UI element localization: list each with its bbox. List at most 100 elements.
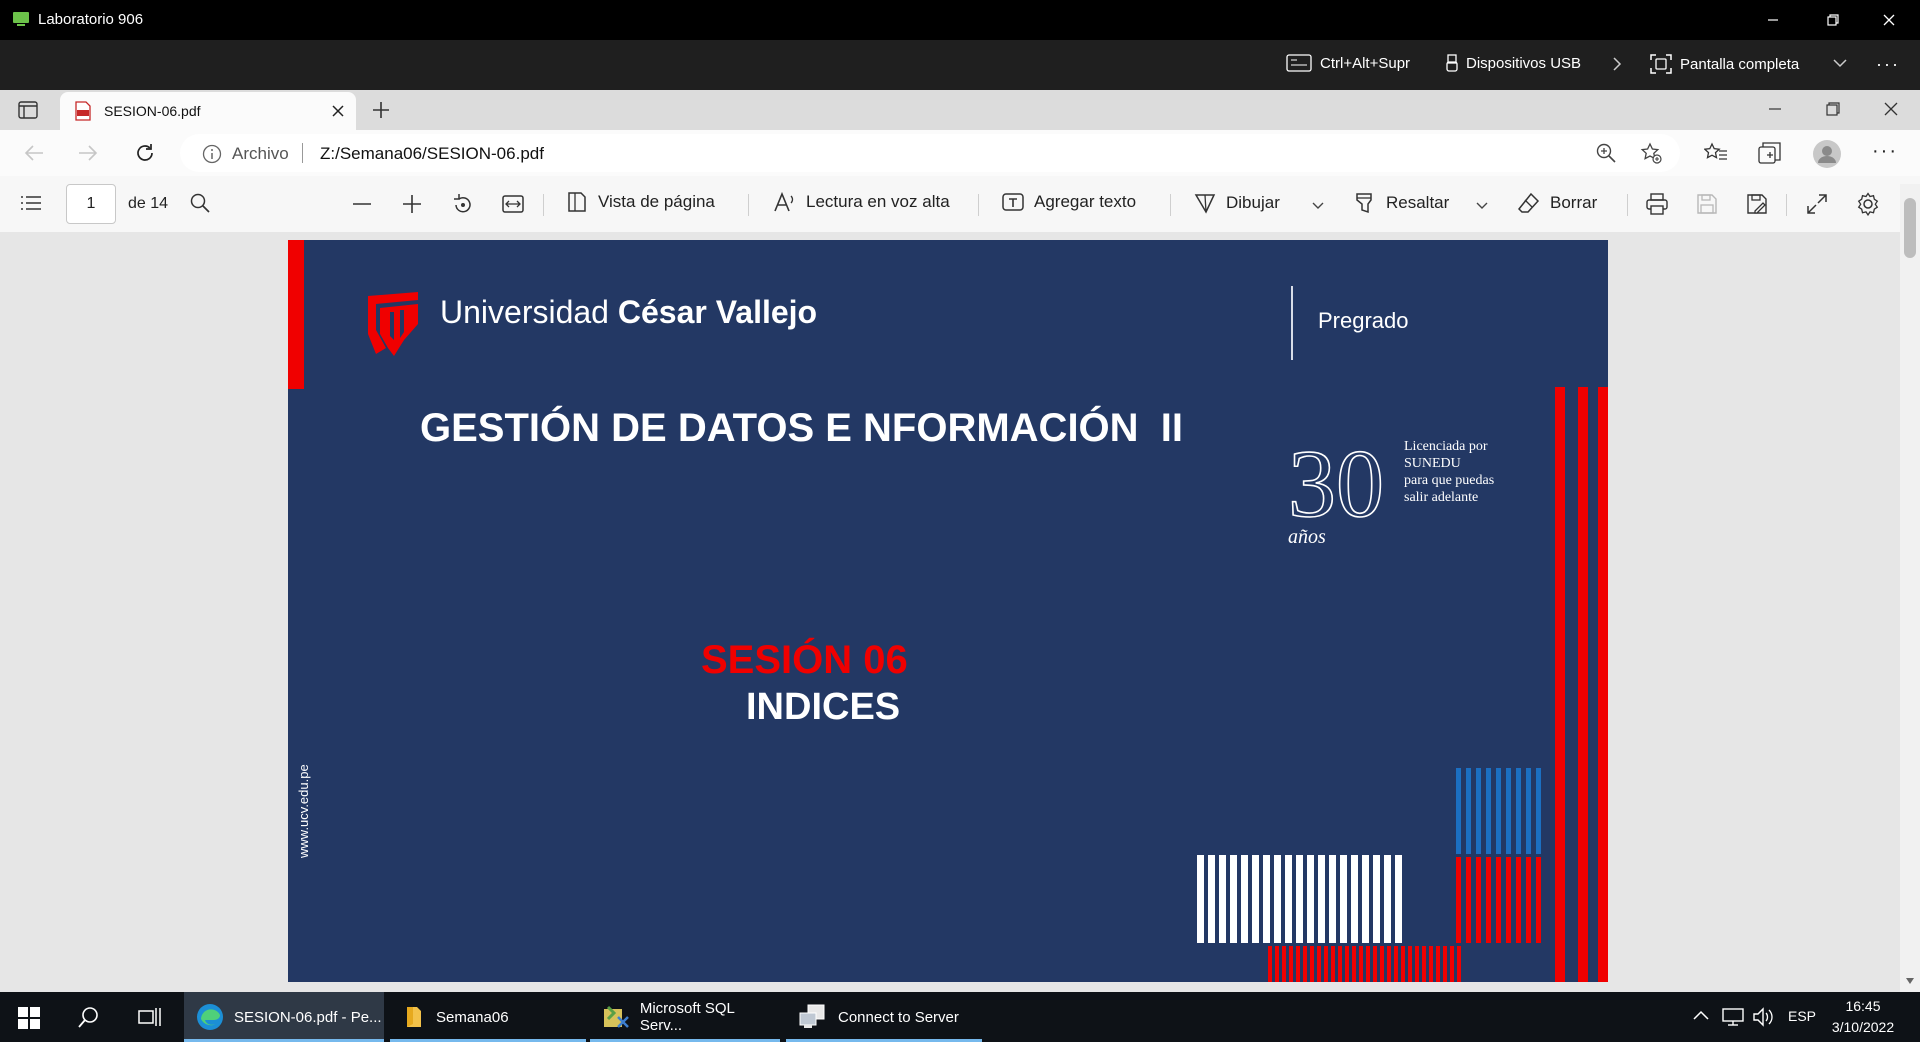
- save-as-icon[interactable]: [1746, 193, 1768, 215]
- windows-start-icon[interactable]: [18, 1007, 40, 1029]
- draw-icon: [1194, 194, 1216, 214]
- restore-button[interactable]: [1810, 0, 1856, 40]
- scrollbar-thumb[interactable]: [1904, 198, 1916, 258]
- white-stripe: [1351, 855, 1358, 943]
- bottom-red-stripe: [1268, 946, 1272, 982]
- usb-devices-button[interactable]: Dispositivos USB: [1446, 54, 1581, 72]
- new-tab-button[interactable]: [370, 99, 392, 121]
- collections-icon[interactable]: [1758, 142, 1782, 164]
- url-text[interactable]: Z:/Semana06/SESION-06.pdf: [320, 144, 544, 164]
- blue-stripe: [1466, 768, 1471, 854]
- url-box[interactable]: Archivo Z:/Semana06/SESION-06.pdf: [180, 134, 1680, 172]
- page-view-label: Vista de página: [598, 192, 715, 211]
- pdf-page: Universidad César Vallejo Pregrado GESTI…: [288, 240, 1608, 982]
- tab-actions-icon[interactable]: [18, 101, 38, 119]
- ctrl-alt-del-button[interactable]: Ctrl+Alt+Supr: [1286, 54, 1410, 72]
- white-stripe: [1230, 855, 1237, 943]
- taskbar-search-icon[interactable]: [78, 1006, 100, 1028]
- settings-menu-icon[interactable]: ···: [1872, 140, 1898, 163]
- table-of-contents-icon[interactable]: [20, 195, 42, 211]
- page-view-button[interactable]: Vista de página: [566, 192, 715, 212]
- bottom-red-stripe: [1303, 946, 1307, 982]
- search-icon[interactable]: [190, 193, 210, 213]
- tab-title: SESION-06.pdf: [104, 103, 201, 119]
- highlight-button[interactable]: Resaltar: [1354, 192, 1449, 214]
- highlight-options-chevron-icon[interactable]: [1476, 202, 1488, 210]
- add-text-button[interactable]: Agregar texto: [1002, 192, 1136, 212]
- draw-options-chevron-icon[interactable]: [1312, 202, 1324, 210]
- volume-icon[interactable]: [1752, 1007, 1774, 1027]
- browser-close-button[interactable]: [1884, 102, 1898, 116]
- zoom-in-icon[interactable]: [402, 194, 422, 214]
- read-aloud-label: Lectura en voz alta: [806, 192, 950, 211]
- chevron-right-icon[interactable]: [1612, 56, 1622, 72]
- draw-button[interactable]: Dibujar: [1194, 192, 1280, 214]
- minimize-button[interactable]: [1750, 0, 1796, 40]
- erase-label: Borrar: [1550, 193, 1598, 212]
- close-button[interactable]: [1866, 0, 1912, 40]
- rotate-icon[interactable]: [452, 193, 474, 215]
- taskbar-app-explorer[interactable]: Semana06: [390, 992, 586, 1042]
- bottom-red-stripe: [1359, 946, 1363, 982]
- read-aloud-button[interactable]: Lectura en voz alta: [774, 192, 950, 212]
- save-icon[interactable]: [1696, 193, 1718, 215]
- bottom-red-stripe: [1387, 946, 1391, 982]
- add-favorite-icon[interactable]: [1640, 142, 1662, 164]
- network-icon[interactable]: [1722, 1007, 1744, 1027]
- address-divider: [302, 143, 303, 163]
- toolbar-separator: [543, 194, 544, 216]
- close-tab-icon[interactable]: [332, 105, 344, 117]
- toolbar-separator: [1627, 194, 1628, 216]
- profile-avatar-icon[interactable]: [1812, 139, 1842, 169]
- browser-restore-button[interactable]: [1826, 102, 1840, 116]
- bottom-red-stripe: [1422, 946, 1426, 982]
- favorites-icon[interactable]: [1704, 142, 1728, 164]
- blue-stripe: [1506, 768, 1511, 854]
- forward-arrow-icon[interactable]: [78, 144, 98, 162]
- bottom-red-stripe: [1338, 946, 1342, 982]
- bottom-red-stripe: [1352, 946, 1356, 982]
- white-stripe: [1318, 855, 1325, 943]
- red-stripe: [1476, 857, 1481, 943]
- taskbar-app-label: Connect to Server: [838, 1008, 959, 1026]
- address-protocol-label: Archivo: [232, 144, 289, 163]
- fullscreen-icon: [1650, 54, 1672, 74]
- browser-minimize-button[interactable]: [1768, 102, 1782, 116]
- print-icon[interactable]: [1646, 193, 1668, 215]
- pdf-settings-gear-icon[interactable]: [1856, 192, 1880, 216]
- blue-stripe: [1476, 768, 1481, 854]
- keyboard-icon: [1286, 54, 1312, 72]
- zoom-out-icon[interactable]: [352, 202, 372, 206]
- page-number-input[interactable]: 1: [66, 184, 116, 224]
- task-view-icon[interactable]: [138, 1007, 162, 1027]
- vertical-scrollbar[interactable]: [1900, 184, 1920, 992]
- taskbar-app-sql-server[interactable]: Microsoft SQL Serv...: [590, 992, 780, 1042]
- zoom-icon[interactable]: [1596, 143, 1616, 163]
- white-stripe: [1340, 855, 1347, 943]
- expand-icon[interactable]: [1806, 193, 1828, 215]
- taskbar-app-connect-to-server[interactable]: Connect to Server: [786, 992, 982, 1042]
- add-text-label: Agregar texto: [1034, 192, 1137, 211]
- tab-sesion-06[interactable]: SESION-06.pdf: [60, 92, 356, 130]
- language-indicator[interactable]: ESP: [1788, 1008, 1816, 1024]
- scroll-down-arrow-icon[interactable]: [1906, 978, 1914, 984]
- bottom-red-stripe: [1289, 946, 1293, 982]
- taskbar-app-edge[interactable]: SESION-06.pdf - Pe...: [184, 992, 384, 1042]
- more-options-icon[interactable]: ···: [1876, 54, 1900, 75]
- system-clock[interactable]: 16:45 3/10/2022: [1826, 996, 1900, 1038]
- remote-desktop-icon: [12, 10, 30, 28]
- refresh-icon[interactable]: [134, 142, 156, 164]
- fit-page-icon[interactable]: [502, 195, 524, 213]
- add-text-icon: [1002, 193, 1024, 211]
- show-hidden-icons-chevron[interactable]: [1693, 1010, 1709, 1020]
- info-icon[interactable]: [202, 144, 222, 164]
- back-arrow-icon[interactable]: [24, 144, 44, 162]
- toolbar-separator: [1170, 194, 1171, 216]
- chevron-down-icon[interactable]: [1832, 58, 1848, 68]
- erase-button[interactable]: Borrar: [1518, 192, 1597, 214]
- blue-stripe: [1536, 768, 1541, 854]
- red-stripe: [1516, 857, 1521, 943]
- white-stripe: [1373, 855, 1380, 943]
- page-total-label: de 14: [128, 195, 169, 212]
- fullscreen-button[interactable]: Pantalla completa: [1650, 54, 1799, 74]
